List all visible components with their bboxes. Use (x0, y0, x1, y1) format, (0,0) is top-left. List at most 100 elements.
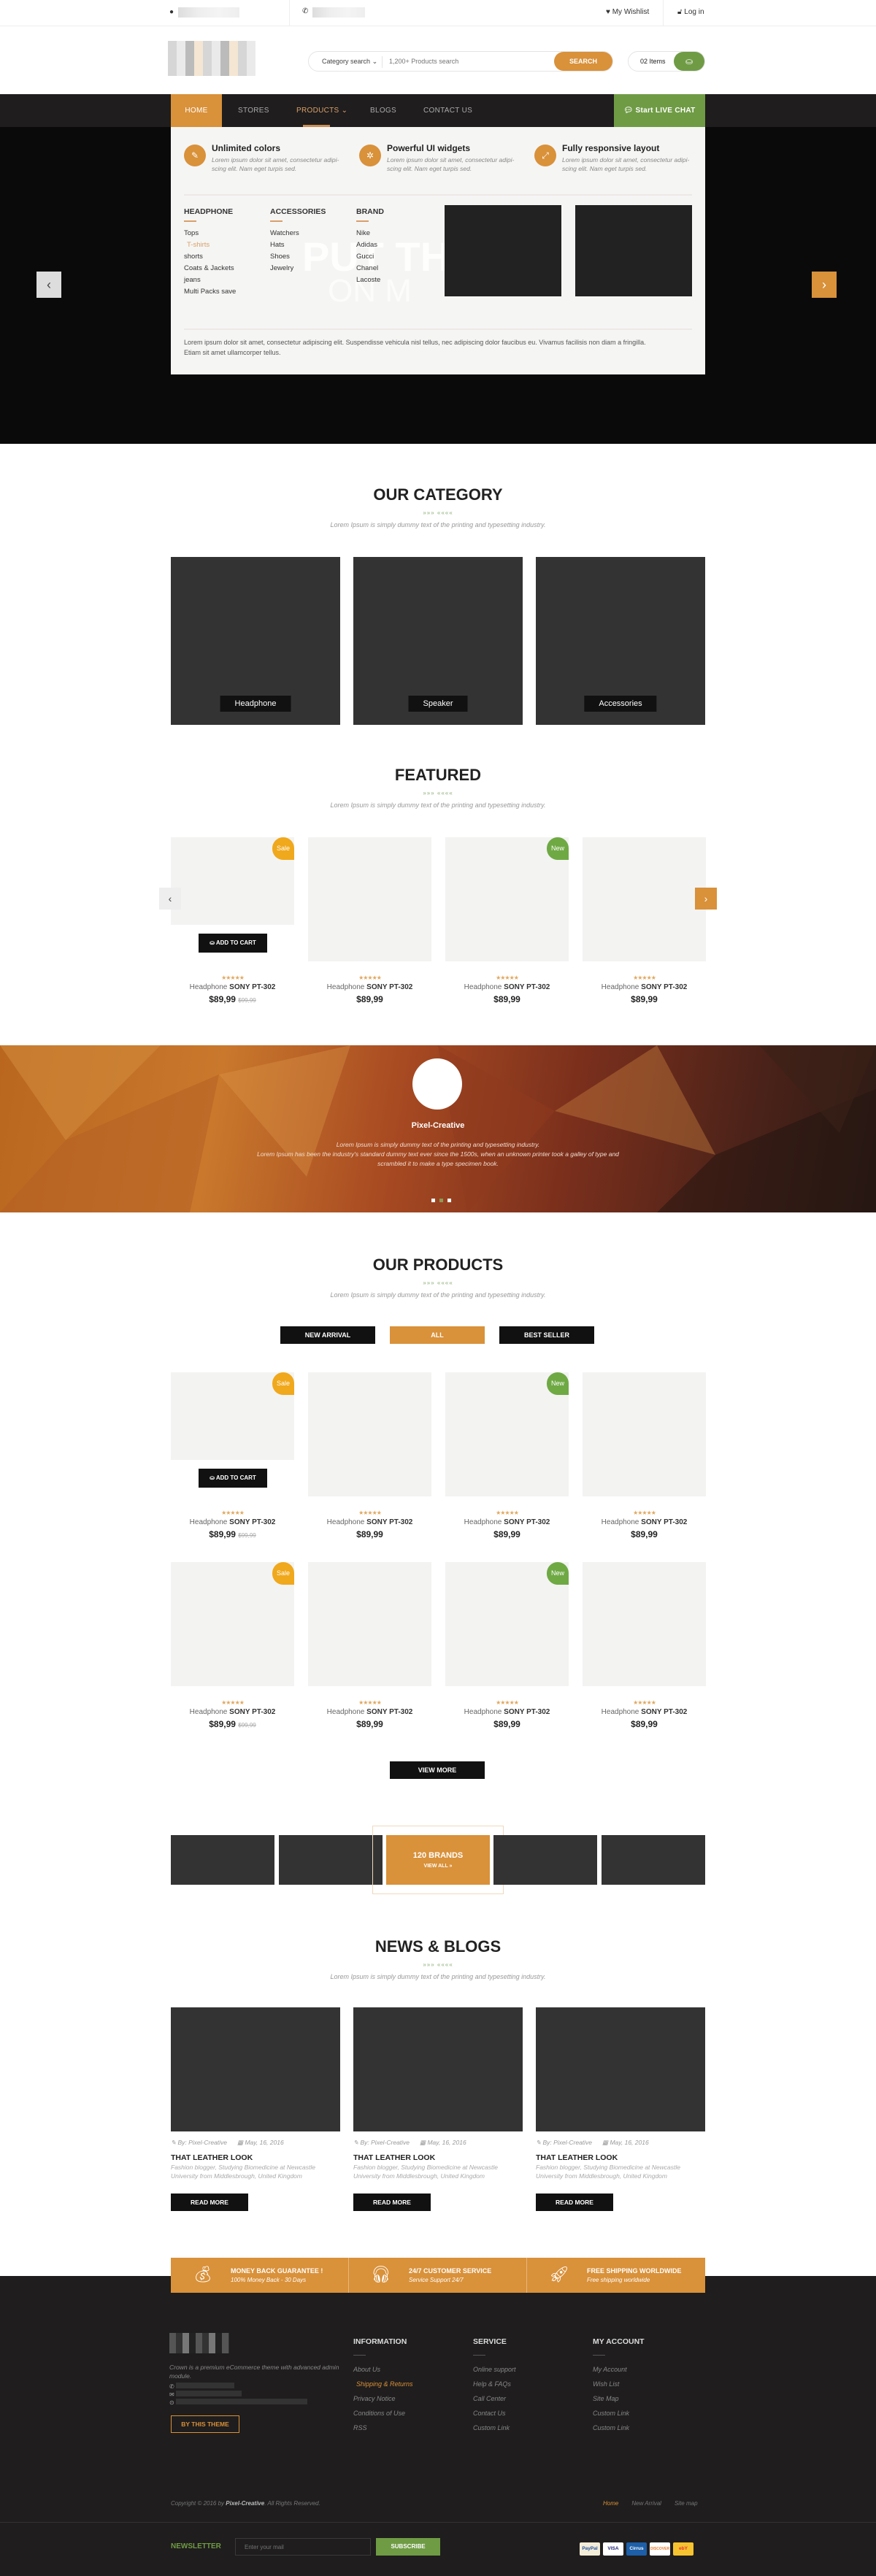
product-image[interactable]: Sale (171, 1372, 294, 1460)
product-card[interactable]: New ★★★★★ Headphone SONY PT-302 $89,99 (445, 1562, 569, 1729)
link-new-arrival[interactable]: New Arrival (631, 2500, 661, 2507)
product-name[interactable]: Headphone SONY PT-302 (445, 983, 569, 991)
mega-menu-item[interactable]: Tops (184, 229, 236, 241)
product-image[interactable] (583, 837, 706, 961)
mega-menu-item[interactable]: Watchers (270, 229, 326, 241)
product-card[interactable]: ★★★★★ Headphone SONY PT-302 $89,99 (583, 1372, 706, 1539)
brand-logo[interactable] (493, 1835, 597, 1885)
brand-logo[interactable] (279, 1835, 383, 1885)
hero-prev-arrow[interactable]: ‹ (36, 272, 61, 298)
category-search-dropdown[interactable]: Category search ⌄ (322, 58, 377, 66)
view-more-button[interactable]: VIEW MORE (390, 1761, 485, 1779)
link-home[interactable]: Home (603, 2500, 618, 2507)
footer-link[interactable]: Site Map (593, 2395, 645, 2410)
tab-best-seller[interactable]: BEST SELLER (499, 1326, 594, 1344)
read-more-button[interactable]: READ MORE (536, 2194, 613, 2211)
footer-link[interactable]: Custom Link (593, 2410, 645, 2424)
product-card[interactable]: ★★★★★ Headphone SONY PT-302 $89,99 (308, 837, 431, 1004)
category-card[interactable]: Accessories (536, 557, 705, 725)
blog-title[interactable]: THAT LEATHER LOOK (536, 2153, 618, 2162)
footer-link[interactable]: Custom Link (473, 2424, 516, 2439)
slider-dot-active[interactable] (439, 1199, 443, 1202)
footer-link[interactable]: Contact Us (473, 2410, 516, 2424)
blog-title[interactable]: THAT LEATHER LOOK (171, 2153, 253, 2162)
product-name[interactable]: Headphone SONY PT-302 (308, 1708, 431, 1716)
login-link[interactable]: 🔓︎ Log in (677, 8, 704, 16)
footer-link[interactable]: Conditions of Use (353, 2410, 413, 2424)
footer-link[interactable]: Custom Link (593, 2424, 645, 2439)
product-name[interactable]: Headphone SONY PT-302 (171, 1708, 294, 1716)
product-image[interactable]: Sale (171, 837, 294, 925)
slider-dot[interactable] (431, 1199, 435, 1202)
product-name[interactable]: Headphone SONY PT-302 (445, 1708, 569, 1716)
product-name[interactable]: Headphone SONY PT-302 (583, 1708, 706, 1716)
mega-menu-item[interactable]: Shoes (270, 253, 326, 264)
product-image[interactable] (583, 1562, 706, 1686)
buy-theme-button[interactable]: BY THIS THEME (171, 2415, 239, 2433)
nav-blogs[interactable]: BLOGS (370, 94, 396, 127)
brands-view-all[interactable]: 120 BRANDS VIEW ALL » (386, 1835, 490, 1885)
mega-menu-item[interactable]: Hats (270, 241, 326, 253)
mega-menu-item[interactable]: shorts (184, 253, 236, 264)
basket-icon[interactable]: ⛀ (674, 52, 704, 71)
link-site-map[interactable]: Site map (675, 2500, 698, 2507)
footer-link[interactable]: Call Center (473, 2395, 516, 2410)
footer-logo[interactable] (169, 2333, 229, 2353)
product-card[interactable]: ★★★★★ Headphone SONY PT-302 $89,99 (308, 1372, 431, 1539)
tab-all[interactable]: ALL (390, 1326, 485, 1344)
footer-link[interactable]: Shipping & Returns (353, 2380, 413, 2395)
read-more-button[interactable]: READ MORE (353, 2194, 431, 2211)
product-name[interactable]: Headphone SONY PT-302 (445, 1518, 569, 1526)
product-card[interactable]: New ★★★★★ Headphone SONY PT-302 $89,99 (445, 837, 569, 1004)
product-card[interactable]: New ★★★★★ Headphone SONY PT-302 $89,99 (445, 1372, 569, 1539)
blog-title[interactable]: THAT LEATHER LOOK (353, 2153, 435, 2162)
product-card[interactable]: ★★★★★ Headphone SONY PT-302 $89,99 (308, 1562, 431, 1729)
product-name[interactable]: Headphone SONY PT-302 (308, 983, 431, 991)
mega-menu-item[interactable]: Gucci (356, 253, 384, 264)
add-to-cart-button[interactable]: ⛀ ADD TO CART (199, 1469, 267, 1488)
promo-image[interactable] (575, 205, 692, 296)
product-image[interactable] (583, 1372, 706, 1496)
logo[interactable] (168, 41, 256, 76)
product-card[interactable]: Sale ★★★★★ Headphone SONY PT-302 $89,99 $99… (171, 1562, 294, 1729)
blog-image[interactable] (353, 2007, 523, 2131)
nav-home[interactable]: HOME (171, 94, 222, 127)
product-image[interactable]: New (445, 1562, 569, 1686)
blog-image[interactable] (536, 2007, 705, 2131)
mega-menu-item[interactable]: Coats & Jackets (184, 264, 236, 276)
mega-menu-item[interactable]: Adidas (356, 241, 384, 253)
category-label[interactable]: Accessories (584, 696, 657, 712)
featured-prev-arrow[interactable]: ‹ (159, 888, 181, 910)
category-label[interactable]: Headphone (220, 696, 291, 712)
newsletter-email-input[interactable] (235, 2538, 371, 2556)
nav-products[interactable]: PRODUCTS ⌄ (296, 94, 347, 127)
nav-contact[interactable]: CONTACT US (423, 94, 472, 127)
live-chat-button[interactable]: 💬︎ Start LIVE CHAT (614, 94, 705, 127)
featured-next-arrow[interactable]: › (695, 888, 717, 910)
footer-link[interactable]: About Us (353, 2366, 413, 2380)
product-image[interactable] (308, 837, 431, 961)
add-to-cart-button[interactable]: ⛀ ADD TO CART (199, 934, 267, 953)
product-image[interactable] (308, 1562, 431, 1686)
product-name[interactable]: Headphone SONY PT-302 (171, 1518, 294, 1526)
blog-image[interactable] (171, 2007, 340, 2131)
footer-link[interactable]: Privacy Notice (353, 2395, 413, 2410)
promo-image[interactable] (445, 205, 561, 296)
category-card[interactable]: Headphone (171, 557, 340, 725)
mega-menu-item[interactable]: Multi Packs save (184, 288, 236, 299)
view-all-link[interactable]: VIEW ALL » (386, 1864, 490, 1869)
product-image[interactable]: Sale (171, 1562, 294, 1686)
product-name[interactable]: Headphone SONY PT-302 (583, 983, 706, 991)
product-name[interactable]: Headphone SONY PT-302 (583, 1518, 706, 1526)
product-name[interactable]: Headphone SONY PT-302 (308, 1518, 431, 1526)
mega-menu-item[interactable]: Jewelry (270, 264, 326, 276)
footer-link[interactable]: Wish List (593, 2380, 645, 2395)
brand-logo[interactable] (602, 1835, 705, 1885)
hero-next-arrow[interactable]: › (812, 272, 837, 298)
wishlist-link[interactable]: ♥ My Wishlist (606, 8, 649, 16)
search-input[interactable] (389, 55, 535, 67)
brand-logo[interactable] (171, 1835, 274, 1885)
product-image[interactable]: New (445, 837, 569, 961)
mega-menu-item[interactable]: Nike (356, 229, 384, 241)
nav-stores[interactable]: STORES (238, 94, 269, 127)
